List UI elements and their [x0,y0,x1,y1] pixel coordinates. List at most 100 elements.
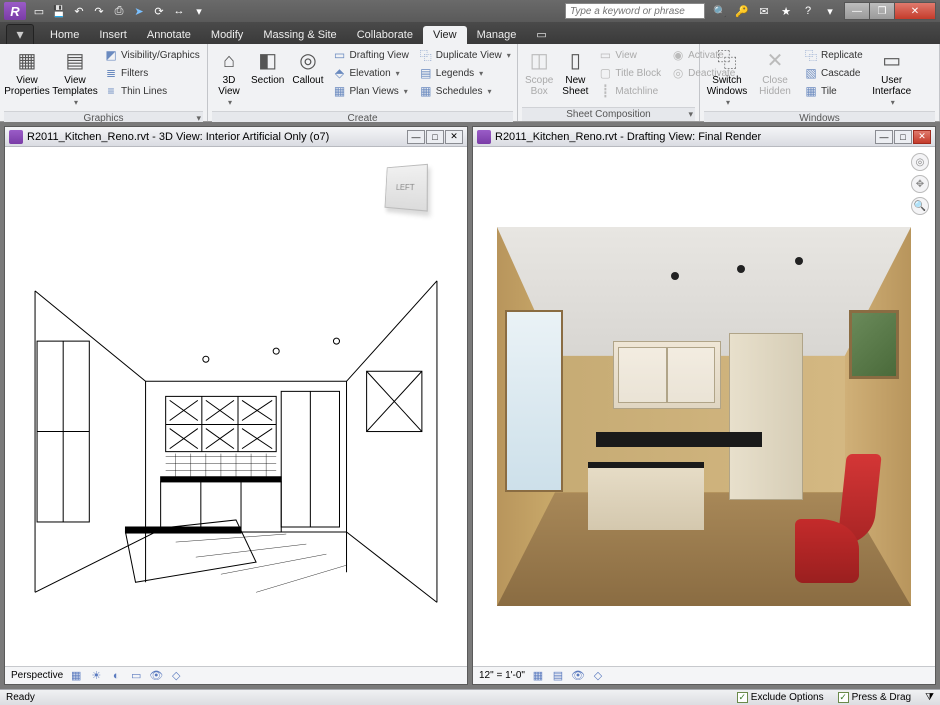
tab-annotate[interactable]: Annotate [137,26,201,44]
scale-label[interactable]: 12" = 1'-0" [479,670,525,681]
3d-view-canvas[interactable]: LEFT [5,147,467,666]
tab-addins[interactable]: ▭ [526,25,556,44]
mdi-close-button[interactable]: ✕ [445,130,463,144]
visibility-icon: ◩ [104,48,118,62]
tile-button[interactable]: ▦Tile [800,82,867,100]
hide-icon[interactable]: 👁 [571,669,585,683]
qat-dropdown-icon[interactable]: ▾ [190,2,208,20]
window-buttons: — ❐ ✕ [845,2,936,20]
mdi-titlebar[interactable]: R2011_Kitchen_Reno.rvt - Drafting View: … [473,127,935,147]
mdi-minimize-button[interactable]: — [875,130,893,144]
schedules-icon: ▦ [419,84,433,98]
callout-button[interactable]: ◎ Callout [289,46,326,111]
drafting-view-button[interactable]: ▭Drafting View [329,46,413,64]
doc-icon [477,130,491,144]
binoculars-icon[interactable]: 🔍 [711,2,729,20]
pan-icon[interactable]: ✥ [911,175,929,193]
detail-level-icon[interactable]: ▤ [551,669,565,683]
help-icon[interactable]: ? [799,2,817,20]
legends-button[interactable]: ▤Legends [415,64,515,82]
reveal-icon[interactable]: ◇ [169,669,183,683]
thin-lines-button[interactable]: ≡Thin Lines [100,82,204,100]
elevation-button[interactable]: ⬘Elevation [329,64,413,82]
tab-view[interactable]: View [423,26,467,44]
tab-manage[interactable]: Manage [467,26,527,44]
view-properties-label: View Properties [4,75,50,97]
zoom-icon[interactable]: 🔍 [911,197,929,215]
close-button[interactable]: ✕ [894,2,936,20]
tab-home[interactable]: Home [40,26,89,44]
duplicate-icon: ⿻ [419,48,433,62]
viewcube[interactable]: LEFT [385,164,428,212]
scope-label: Scope Box [525,75,553,97]
panel-expand-icon[interactable]: ▾ [688,109,693,120]
plan-views-button[interactable]: ▦Plan Views [329,82,413,100]
mdi-minimize-button[interactable]: — [407,130,425,144]
tab-collaborate[interactable]: Collaborate [347,26,423,44]
help-dropdown-icon[interactable]: ▾ [821,2,839,20]
view-properties-button[interactable]: ▦ View Properties [4,46,50,111]
doc-icon [9,130,23,144]
switch-windows-button[interactable]: ⿻ Switch Windows [704,46,750,111]
filters-button[interactable]: ≣Filters [100,64,204,82]
redo-icon[interactable]: ↷ [90,2,108,20]
drafting-icon: ▭ [333,48,347,62]
sync-icon[interactable]: ⟳ [150,2,168,20]
mdi-view-control-bar: Perspective ▦ ☀ ◐ ▭ 👁 ◇ [5,666,467,684]
undo-icon[interactable]: ↶ [70,2,88,20]
wireframe-scene [25,207,447,636]
section-button[interactable]: ◧ Section [248,46,287,111]
place-view-button: ▭View [594,46,665,64]
app-logo[interactable]: R [4,2,26,20]
exclude-options-toggle[interactable]: ✓Exclude Options [737,692,824,703]
mdi-maximize-button[interactable]: □ [426,130,444,144]
open-icon[interactable]: ▭ [30,2,48,20]
drafting-view-canvas[interactable]: ◎ ✥ 🔍 [473,147,935,666]
panel-sheet-title: Sheet Composition▾ [522,107,695,121]
3d-view-button[interactable]: ⌂ 3D View [212,46,246,111]
reveal-icon[interactable]: ◇ [591,669,605,683]
deactivate-icon: ◎ [671,66,685,80]
close-hidden-button: ✕ Close Hidden [752,46,798,111]
minimize-button[interactable]: — [844,2,870,20]
3d-view-label: 3D View [215,75,243,97]
hide-icon[interactable]: 👁 [149,669,163,683]
measure-icon[interactable]: ↔ [170,2,188,20]
visibility-graphics-button[interactable]: ◩Visibility/Graphics [100,46,204,64]
app-menu-button[interactable]: ▾ [6,24,34,44]
new-sheet-button[interactable]: ▯ New Sheet [558,46,592,107]
maximize-button[interactable]: ❐ [869,2,895,20]
duplicate-view-button[interactable]: ⿻Duplicate View [415,46,515,64]
view-templates-button[interactable]: ▤ View Templates [52,46,98,111]
favorite-icon[interactable]: ★ [777,2,795,20]
print-icon[interactable]: ⎙ [110,2,128,20]
pointer-icon[interactable]: ➤ [130,2,148,20]
comm-icon[interactable]: ✉ [755,2,773,20]
mdi-titlebar[interactable]: R2011_Kitchen_Reno.rvt - 3D View: Interi… [5,127,467,147]
tab-modify[interactable]: Modify [201,26,253,44]
schedules-button[interactable]: ▦Schedules [415,82,515,100]
shadows-icon[interactable]: ☀ [89,669,103,683]
replicate-button[interactable]: ⿻Replicate [800,46,867,64]
filter-icon[interactable]: ⧩ [925,692,934,703]
section-label: Section [251,75,284,86]
user-interface-button[interactable]: ▭ User Interface [869,46,915,111]
render-icon[interactable]: ◐ [109,669,123,683]
cascade-button[interactable]: ▧Cascade [800,64,867,82]
duplicate-label: Duplicate View [436,50,502,61]
tab-massing-site[interactable]: Massing & Site [253,26,346,44]
model-graphics-icon[interactable]: ▦ [69,669,83,683]
crop-icon[interactable]: ▭ [129,669,143,683]
save-icon[interactable]: 💾 [50,2,68,20]
legends-icon: ▤ [419,66,433,80]
mdi-maximize-button[interactable]: □ [894,130,912,144]
steering-wheel-icon[interactable]: ◎ [911,153,929,171]
tab-insert[interactable]: Insert [89,26,137,44]
search-input[interactable] [565,3,705,19]
key-icon[interactable]: 🔑 [733,2,751,20]
mdi-close-button[interactable]: ✕ [913,130,931,144]
press-drag-toggle[interactable]: ✓Press & Drag [838,692,911,703]
scale-label[interactable]: Perspective [11,670,63,681]
workspace: R2011_Kitchen_Reno.rvt - 3D View: Interi… [0,122,940,689]
model-graphics-icon[interactable]: ▦ [531,669,545,683]
